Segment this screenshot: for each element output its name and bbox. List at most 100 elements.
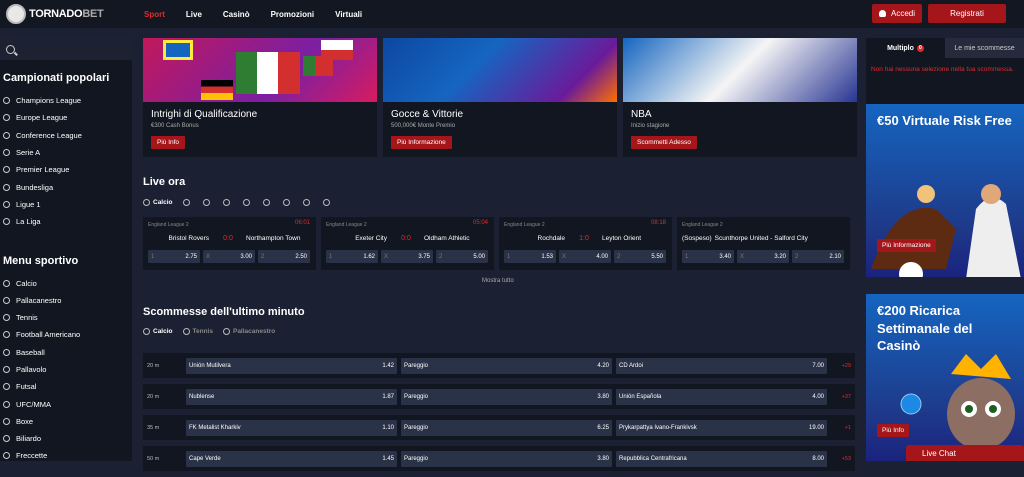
live-match-card[interactable]: England League 2 (Sospeso) Scunthorpe Uni… xyxy=(677,217,850,270)
banner-info-button[interactable]: Più Info xyxy=(151,136,186,149)
tennis-ball-icon[interactable] xyxy=(202,199,210,207)
odd-draw[interactable]: Pareggio 6.25 xyxy=(401,419,612,436)
top-bar: TORNADOBET Sport Live Casinò Promozioni … xyxy=(0,0,1024,28)
odd-away[interactable]: 2 2.10 xyxy=(792,250,844,263)
sidebar-item-conference-league[interactable]: Conference League xyxy=(0,127,132,144)
match-title: Scunthorpe United - Salford City xyxy=(714,235,808,242)
odd-home[interactable]: Unión Mutilvera 1.42 xyxy=(186,357,397,374)
more-markets-link[interactable]: +1 xyxy=(845,425,851,431)
nav-virtuali[interactable]: Virtuali xyxy=(335,10,362,19)
odd-draw[interactable]: X 3.00 xyxy=(203,250,255,263)
odd-draw[interactable]: Pareggio 3.80 xyxy=(401,450,612,467)
sidebar-item-boxe[interactable]: Boxe xyxy=(0,413,132,430)
odd-away[interactable]: Unión Española 4.00 xyxy=(616,388,827,405)
badminton-icon[interactable] xyxy=(322,199,330,207)
sidebar-item-football-americano[interactable]: Football Americano xyxy=(0,326,132,343)
odd-away[interactable]: CD Ardoi 7.00 xyxy=(616,357,827,374)
odd-home[interactable]: 1 1.53 xyxy=(504,250,556,263)
basketball-icon[interactable] xyxy=(182,199,190,207)
odd-away[interactable]: Repubblica Centrafricana 8.00 xyxy=(616,450,827,467)
odd-away[interactable]: 2 5.50 xyxy=(614,250,666,263)
odd-draw[interactable]: Pareggio 4.20 xyxy=(401,357,612,374)
live-match-card[interactable]: England League 2 06:01 Bristol Rovers 0:0… xyxy=(143,217,316,270)
banner-nba[interactable]: NBA Inizio stagione Scommetti Adesso xyxy=(623,38,857,157)
match-league: England League 2 xyxy=(682,222,723,228)
tab-tennis[interactable]: Tennis xyxy=(182,328,213,335)
logo[interactable]: TORNADOBET xyxy=(6,4,132,24)
promo-info-button[interactable]: Più Info xyxy=(877,424,910,437)
live-chat-button[interactable]: Live Chat xyxy=(906,445,1024,461)
tab-calcio[interactable]: Calcio xyxy=(143,199,173,206)
odd-away[interactable]: 2 2.50 xyxy=(258,250,310,263)
league-icon xyxy=(3,166,10,174)
hockey-icon[interactable] xyxy=(242,199,250,207)
match-teams: Exeter City 0:0 Oldham Athletic xyxy=(321,235,494,242)
banner-title: Intrighi di Qualificazione xyxy=(151,109,258,120)
match-league: England League 2 xyxy=(504,222,545,228)
table-row: 35 m FK Metalist Kharkiv 1.10 Pareggio 6.2… xyxy=(143,415,855,440)
odd-home[interactable]: Nublense 1.87 xyxy=(186,388,397,405)
sidebar-item-serie-a[interactable]: Serie A xyxy=(0,144,132,161)
nav-promozioni[interactable]: Promozioni xyxy=(271,10,315,19)
sidebar-item-calcio[interactable]: Calcio xyxy=(0,274,132,291)
sidebar-item-bundesliga[interactable]: Bundesliga xyxy=(0,178,132,195)
promo-virtual-risk-free[interactable]: €50 Virtuale Risk Free Più Informazione xyxy=(866,104,1024,277)
promo-casino-reload[interactable]: €200 Ricarica Settimanale del Casinò Più… xyxy=(866,294,1024,461)
sidebar-item-pallavolo[interactable]: Pallavolo xyxy=(0,361,132,378)
register-button[interactable]: Registrati xyxy=(928,4,1006,23)
odd-home[interactable]: 1 1.62 xyxy=(326,250,378,263)
sidebar-item-freccette[interactable]: Freccette xyxy=(0,447,132,464)
odd-draw[interactable]: X 3.20 xyxy=(737,250,789,263)
banner-gocce-vittorie[interactable]: Gocce & Vittorie 500,000€ Monte Premio P… xyxy=(383,38,617,157)
tab-pallacanestro[interactable]: Pallacanestro xyxy=(222,328,275,335)
sidebar-item-la-liga[interactable]: La Liga xyxy=(0,213,132,230)
live-match-card[interactable]: England League 2 05:04 Exeter City 0:0 Old… xyxy=(321,217,494,270)
sidebar-item-futsal[interactable]: Futsal xyxy=(0,378,132,395)
tab-my-bets[interactable]: Le mie scommesse xyxy=(945,38,1024,58)
sidebar-item-europe-league[interactable]: Europe League xyxy=(0,109,132,126)
odd-away[interactable]: 2 5.00 xyxy=(436,250,488,263)
tab-multiplo[interactable]: Multiplo 0 xyxy=(866,38,945,58)
esports-icon[interactable] xyxy=(282,199,290,207)
odd-home[interactable]: 1 2.75 xyxy=(148,250,200,263)
odd-draw[interactable]: X 3.75 xyxy=(381,250,433,263)
odd-away[interactable]: Prykarpattya Ivano-Frankivsk 19.00 xyxy=(616,419,827,436)
tab-calcio[interactable]: Calcio xyxy=(143,328,173,335)
nav-casino[interactable]: Casinò xyxy=(223,10,250,19)
banner-bet-button[interactable]: Scommetti Adesso xyxy=(631,136,697,149)
flag-icon xyxy=(303,56,333,76)
soccer-ball-icon xyxy=(3,279,10,287)
more-markets-link[interactable]: +29 xyxy=(842,363,851,369)
search-input[interactable] xyxy=(0,38,132,60)
live-section-title: Live ora xyxy=(143,176,186,188)
odd-draw[interactable]: Pareggio 3.80 xyxy=(401,388,612,405)
odd-draw[interactable]: X 4.00 xyxy=(559,250,611,263)
nav-sport[interactable]: Sport xyxy=(144,10,165,19)
sidebar-item-baseball[interactable]: Baseball xyxy=(0,344,132,361)
away-team: Northampton Town xyxy=(246,235,301,242)
table-tennis-icon[interactable] xyxy=(262,199,270,207)
american-football-icon xyxy=(3,331,10,339)
sidebar-item-tennis[interactable]: Tennis xyxy=(0,309,132,326)
show-all-link[interactable]: Mostra tutto xyxy=(482,278,514,284)
handball-icon[interactable] xyxy=(302,199,310,207)
promo-info-button[interactable]: Più Informazione xyxy=(877,239,936,252)
odd-home[interactable]: FK Metalist Kharkiv 1.10 xyxy=(186,419,397,436)
billiards-icon xyxy=(3,435,10,443)
banner-qualificazione[interactable]: Intrighi di Qualificazione €300 Cash Bon… xyxy=(143,38,377,157)
sidebar-item-ufc-mma[interactable]: UFC/MMA xyxy=(0,395,132,412)
sidebar-item-ligue-1[interactable]: Ligue 1 xyxy=(0,196,132,213)
nav-live[interactable]: Live xyxy=(186,10,202,19)
more-markets-link[interactable]: +37 xyxy=(842,394,851,400)
volleyball-icon[interactable] xyxy=(222,199,230,207)
odd-home[interactable]: Cape Verde 1.45 xyxy=(186,450,397,467)
soccer-ball-icon xyxy=(143,328,150,335)
login-button[interactable]: Accedi xyxy=(872,4,922,23)
banner-info-button[interactable]: Più Informazione xyxy=(391,136,452,149)
sidebar-item-premier-league[interactable]: Premier League xyxy=(0,161,132,178)
sidebar-item-pallacanestro[interactable]: Pallacanestro xyxy=(0,292,132,309)
sidebar-item-biliardo[interactable]: Biliardo xyxy=(0,430,132,447)
sidebar-item-champions-league[interactable]: Champions League xyxy=(0,92,132,109)
live-match-card[interactable]: England League 2 08:18 Rochdale 1:0 Leyton… xyxy=(499,217,672,270)
odd-home[interactable]: 1 3.40 xyxy=(682,250,734,263)
